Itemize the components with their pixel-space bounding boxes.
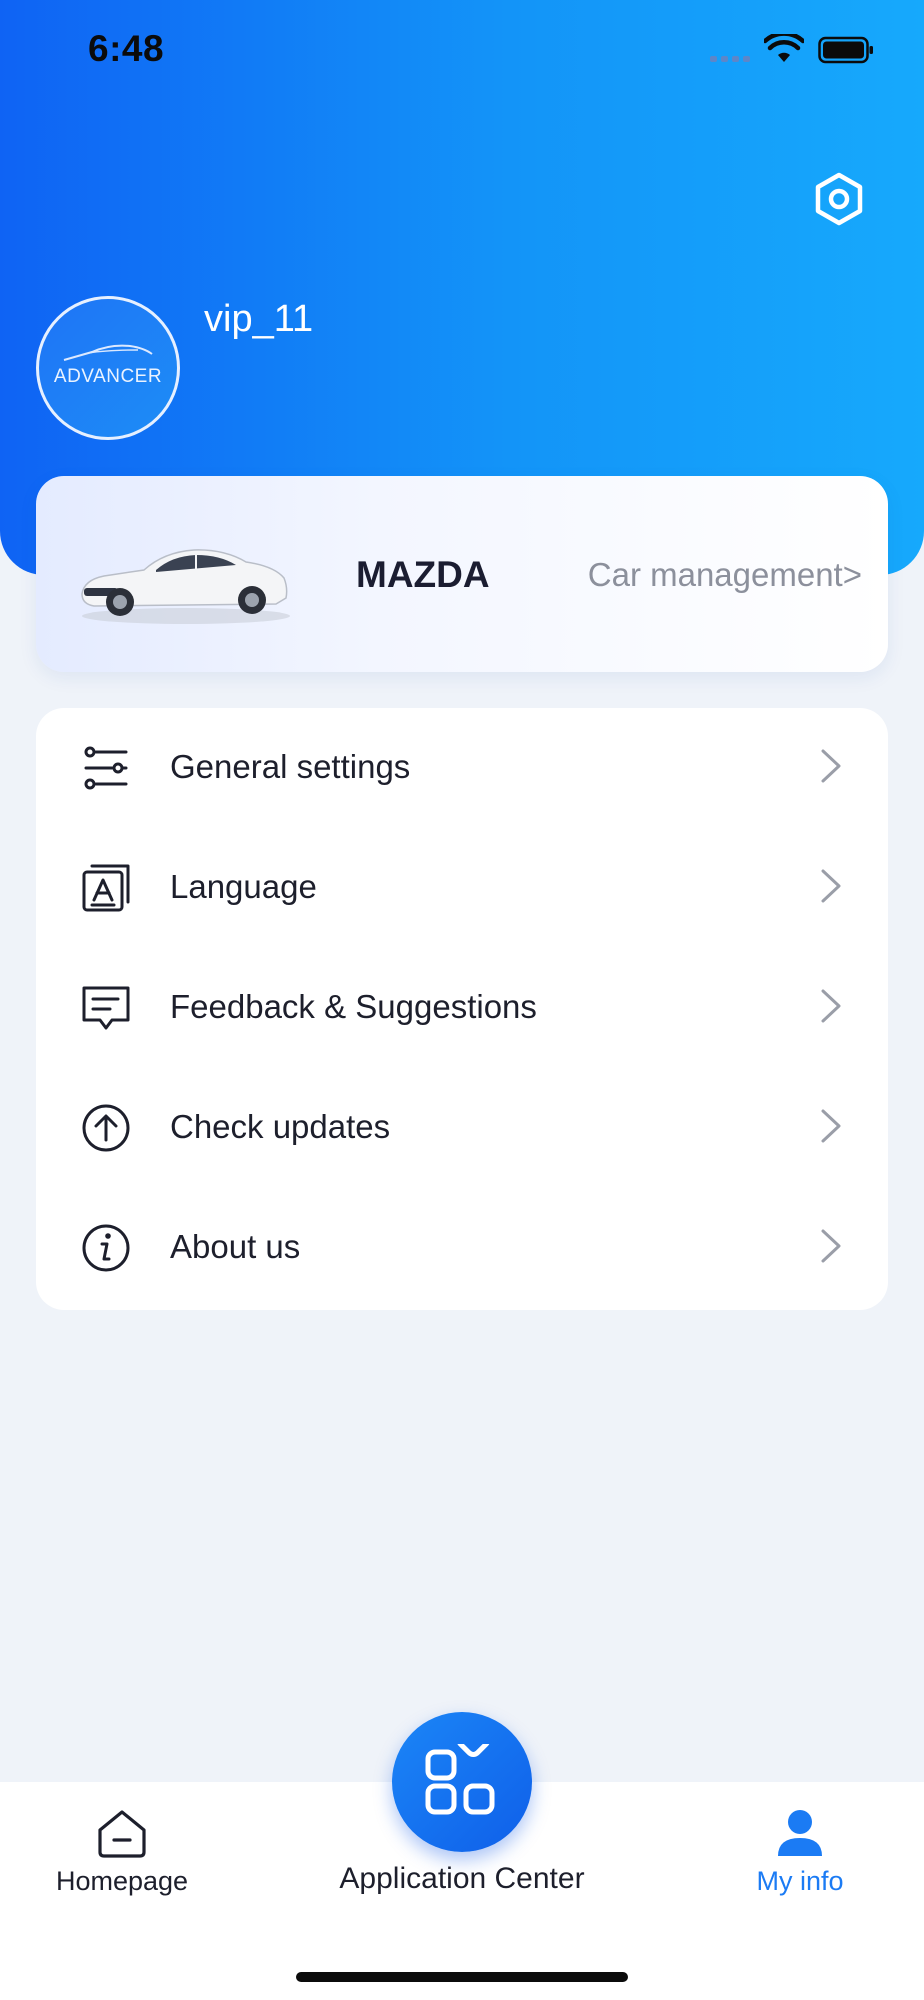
car-card[interactable]: MAZDA Car management> — [36, 476, 888, 672]
menu-item-label: Language — [170, 868, 317, 905]
user-icon — [778, 1810, 822, 1856]
car-logo-icon — [63, 344, 153, 361]
car-image — [81, 549, 290, 624]
signal-icon — [710, 56, 754, 62]
menu-item-feedback[interactable]: Feedback & Suggestions — [36, 948, 888, 1068]
tab-label: Homepage — [55, 1866, 189, 1896]
menu-item-check-updates[interactable]: Check updates — [36, 1068, 888, 1188]
status-bar: 6:48 — [0, 0, 924, 100]
chevron-right-icon — [821, 1229, 841, 1263]
home-icon — [98, 1810, 146, 1858]
tab-my-info[interactable]: My info — [736, 1808, 864, 1897]
home-indicator — [296, 1972, 628, 1982]
battery-icon — [818, 36, 873, 64]
avatar-brand-text: ADVANCER — [53, 366, 163, 387]
chevron-right-icon — [821, 749, 841, 783]
menu-item-label: About us — [170, 1228, 301, 1265]
tab-label: My info — [756, 1866, 844, 1896]
menu-item-label: Feedback & Suggestions — [170, 988, 537, 1025]
tab-homepage[interactable]: Homepage — [40, 1808, 204, 1897]
chevron-right-icon — [821, 989, 841, 1023]
menu-item-label: General settings — [170, 748, 411, 785]
settings-menu: General settings Language Feedback & Sug… — [36, 708, 888, 1310]
username: vip_11 — [204, 298, 314, 340]
info-icon — [82, 1224, 130, 1272]
apps-grid-icon — [425, 1744, 495, 1815]
sliders-icon — [84, 746, 128, 790]
menu-item-about-us[interactable]: About us — [36, 1188, 888, 1308]
feedback-icon — [82, 986, 130, 1030]
avatar[interactable]: ADVANCER — [36, 296, 180, 440]
wifi-icon — [764, 34, 804, 62]
status-time: 6:48 — [88, 28, 165, 69]
menu-item-general-settings[interactable]: General settings — [36, 708, 888, 828]
car-management-link[interactable]: Car management> — [588, 556, 862, 594]
application-center-button[interactable] — [392, 1712, 532, 1852]
application-center-label[interactable]: Application Center — [300, 1862, 624, 1896]
car-brand: MAZDA — [356, 554, 490, 595]
chevron-right-icon — [821, 869, 841, 903]
chevron-right-icon — [821, 1109, 841, 1143]
settings-icon[interactable] — [812, 172, 866, 226]
menu-item-label: Check updates — [170, 1108, 391, 1145]
menu-item-language[interactable]: Language — [36, 828, 888, 948]
upload-arrow-icon — [82, 1104, 130, 1152]
language-icon — [82, 864, 130, 912]
